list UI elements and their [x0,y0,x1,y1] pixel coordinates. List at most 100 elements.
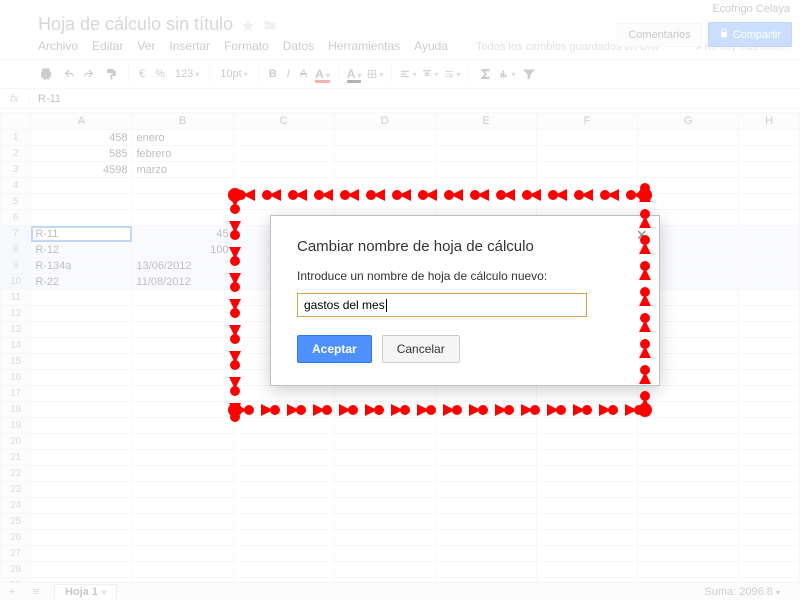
cell[interactable] [435,546,536,562]
cell[interactable] [233,146,334,162]
cell[interactable] [233,402,334,418]
sigma-icon[interactable] [477,66,493,82]
cell[interactable] [638,466,739,482]
cell[interactable] [334,434,435,450]
row-header[interactable]: 22 [1,466,31,482]
cell[interactable] [739,194,800,210]
cell[interactable] [31,370,132,386]
cell[interactable] [132,546,233,562]
col-header-A[interactable]: A [31,113,132,130]
cell[interactable] [435,178,536,194]
wrap-icon[interactable] [444,66,460,82]
cell[interactable] [31,306,132,322]
cell[interactable] [638,418,739,434]
cancel-button[interactable]: Cancelar [382,335,460,363]
cell[interactable] [638,178,739,194]
cell[interactable] [638,130,739,146]
cell[interactable] [536,514,637,530]
fill-color-button[interactable]: A [347,67,362,81]
paint-format-icon[interactable] [104,66,120,82]
cell[interactable] [132,306,233,322]
cell[interactable] [132,562,233,578]
cell[interactable] [739,274,800,290]
cell[interactable]: 4598 [31,162,132,178]
cell[interactable] [739,146,800,162]
cell[interactable]: enero [132,130,233,146]
cell[interactable] [435,146,536,162]
add-sheet-button[interactable]: + [0,586,24,598]
cell[interactable] [334,562,435,578]
text-color-button[interactable]: A [315,67,330,81]
cell[interactable] [435,498,536,514]
cell[interactable] [739,290,800,306]
cell[interactable] [334,162,435,178]
cell[interactable] [435,482,536,498]
cell[interactable] [31,450,132,466]
row-header[interactable]: 20 [1,434,31,450]
cell[interactable] [739,514,800,530]
cell[interactable] [435,130,536,146]
row-header[interactable]: 24 [1,498,31,514]
italic-button[interactable]: I [285,68,292,80]
cell[interactable] [638,530,739,546]
cell[interactable] [334,498,435,514]
share-button[interactable]: Compartir [708,22,792,47]
cell[interactable]: 13/06/2012 [132,258,233,274]
cell[interactable]: R-12 [31,242,132,258]
cell[interactable] [31,514,132,530]
cell[interactable] [132,498,233,514]
cell[interactable] [739,322,800,338]
cell[interactable] [739,562,800,578]
cell[interactable] [31,546,132,562]
cell[interactable] [334,402,435,418]
borders-icon[interactable] [367,66,383,82]
cell[interactable] [334,418,435,434]
row-header[interactable]: 16 [1,370,31,386]
cell[interactable] [739,482,800,498]
cell[interactable] [132,434,233,450]
cell[interactable] [132,402,233,418]
row-header[interactable]: 19 [1,418,31,434]
menu-herramientas[interactable]: Herramientas [328,39,400,53]
cell[interactable] [435,562,536,578]
row-header[interactable]: 3 [1,162,31,178]
cell[interactable] [233,530,334,546]
cell[interactable] [536,418,637,434]
cell[interactable] [31,178,132,194]
menu-formato[interactable]: Formato [224,39,269,53]
cell[interactable] [31,354,132,370]
cell[interactable] [31,434,132,450]
cell[interactable] [638,546,739,562]
cell[interactable] [435,162,536,178]
cell[interactable]: R-11 [31,226,132,242]
sheet-tab-1[interactable]: Hoja 1 ▾ [54,584,117,599]
cell[interactable] [638,514,739,530]
cell[interactable] [739,210,800,226]
cell[interactable] [435,514,536,530]
fx-value[interactable]: R-11 [30,93,61,105]
cell[interactable] [435,386,536,402]
cell[interactable] [233,418,334,434]
cell[interactable] [638,194,739,210]
status-sum[interactable]: Suma: 2096.8 ▾ [704,586,780,598]
cell[interactable] [435,530,536,546]
cell[interactable] [31,562,132,578]
cell[interactable] [31,386,132,402]
cell[interactable] [739,370,800,386]
cell[interactable] [638,450,739,466]
all-sheets-button[interactable]: ≡ [24,586,48,598]
print-icon[interactable] [38,66,54,82]
cell[interactable] [739,434,800,450]
cell[interactable] [536,530,637,546]
cell[interactable] [233,466,334,482]
cell[interactable] [334,466,435,482]
cell[interactable] [233,194,334,210]
align-icon[interactable] [400,66,416,82]
cell[interactable] [739,338,800,354]
cell[interactable] [536,194,637,210]
cell[interactable] [31,498,132,514]
filter-icon[interactable] [521,66,537,82]
row-header[interactable]: 7 [1,226,31,242]
cell[interactable] [334,546,435,562]
cell[interactable] [233,434,334,450]
